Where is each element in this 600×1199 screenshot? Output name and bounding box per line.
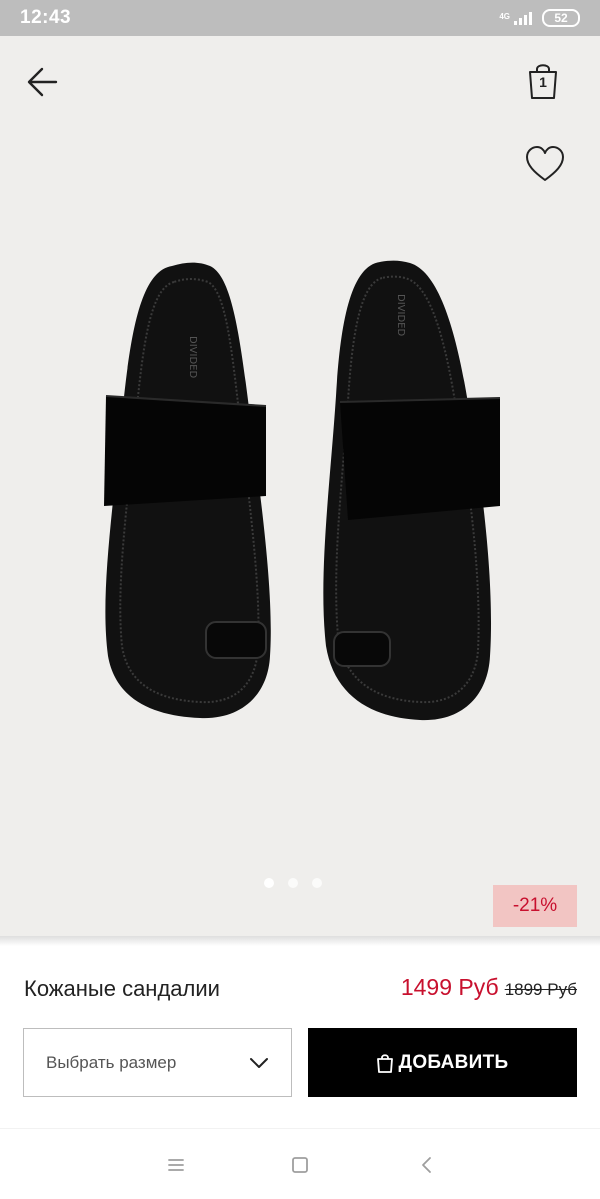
discount-badge: -21% [493, 885, 577, 927]
menu-icon [168, 1159, 184, 1171]
back-button[interactable] [22, 60, 66, 104]
product-name: Кожаные сандалии [24, 976, 220, 1001]
product-image: DIVIDED DIVIDED [104, 260, 501, 721]
shopping-bag-button[interactable]: 1 [520, 58, 566, 104]
pagination-dot-1[interactable] [264, 878, 274, 888]
product-gallery[interactable]: DIVIDED DIVIDED 1 -21% [0, 36, 600, 936]
pagination-dot-3[interactable] [312, 878, 322, 888]
add-button-label: ДОБАВИТЬ [398, 1051, 509, 1073]
svg-text:DIVIDED: DIVIDED [395, 294, 406, 336]
price-block: 1499 Руб 1899 Руб [401, 974, 577, 1001]
home-button[interactable] [286, 1151, 314, 1179]
size-select[interactable]: Выбрать размер [23, 1028, 292, 1097]
menu-button[interactable] [162, 1151, 190, 1179]
status-time: 12:43 [20, 7, 72, 28]
chevron-left-icon [422, 1157, 431, 1173]
system-nav-bar [0, 1128, 600, 1199]
network-type: 4G [499, 12, 510, 21]
favorite-button[interactable] [522, 142, 568, 188]
size-select-label: Выбрать размер [46, 1052, 177, 1072]
battery-icon: 52 [542, 9, 580, 27]
square-icon [292, 1157, 308, 1173]
arrow-left-icon [27, 67, 58, 97]
add-to-cart-button[interactable]: ДОБАВИТЬ [308, 1028, 577, 1097]
shopping-bag-icon [377, 1053, 394, 1073]
signal-icon [514, 11, 532, 25]
chevron-down-icon [250, 1057, 268, 1068]
status-indicators: 4G 52 [499, 9, 580, 27]
heart-outline-icon [526, 146, 564, 181]
status-bar: 12:43 4G 52 [0, 0, 600, 36]
battery-level: 52 [554, 11, 568, 25]
price-old: 1899 Руб [504, 980, 577, 999]
gallery-pagination [264, 878, 322, 888]
system-back-button[interactable] [413, 1151, 441, 1179]
pagination-dot-2[interactable] [288, 878, 298, 888]
price-current: 1499 Руб [400, 974, 499, 1000]
bag-count: 1 [539, 74, 547, 90]
svg-text:DIVIDED: DIVIDED [187, 336, 198, 378]
divider [0, 936, 600, 946]
